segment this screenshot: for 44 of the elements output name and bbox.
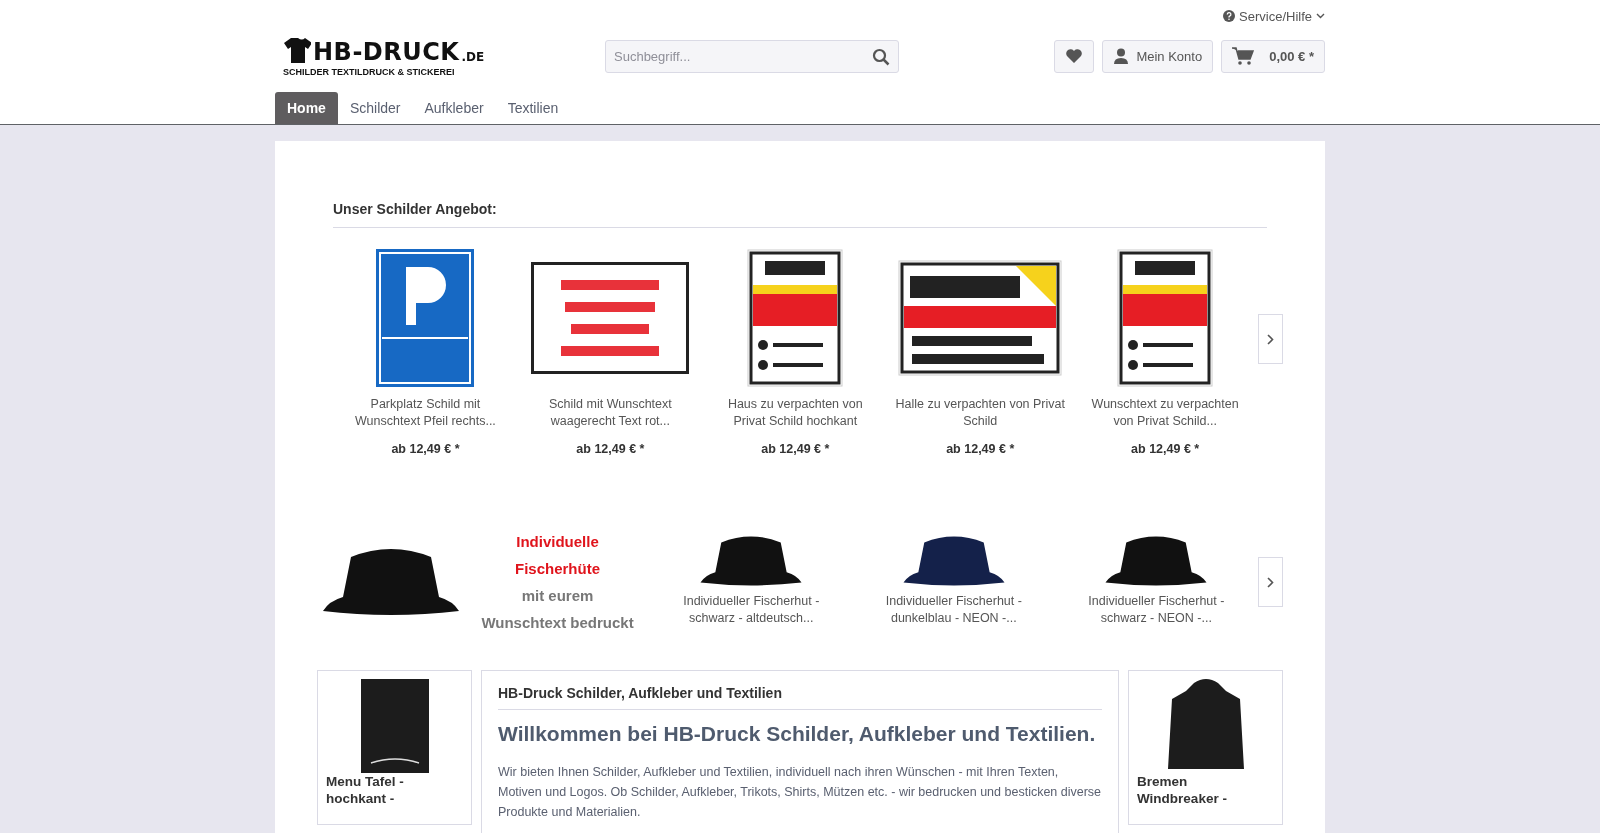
logo-name: HB-DRUCK xyxy=(313,39,460,64)
intro-text: Wir bieten Ihnen Schilder, Aufkleber und Textilien, individuell nach ihren Wünschen - mit Ihren Texten, Motiven und Logos. Ob Schilder, Aufkleber, Trikots, Shirts, Mützen etc. - wir bedrucken und besticken diverse Produkte und Materialien. xyxy=(498,764,1102,821)
nav-tab[interactable]: Home xyxy=(275,92,338,124)
banner-text: Wunschtext bedruckt xyxy=(481,613,634,633)
product-name[interactable]: Individueller Fischerhut - schwarz - altdeutsch... xyxy=(676,593,827,629)
intro-heading: Willkommen bei HB-Druck Schilder, Aufkleber und Textilien. xyxy=(498,722,1097,746)
wishlist-button[interactable] xyxy=(1054,39,1095,73)
product-price: ab 12,49 € * xyxy=(946,442,1015,456)
product-price: ab 12,49 € * xyxy=(761,442,830,456)
nav-tab[interactable]: Textilien xyxy=(495,92,571,124)
product-price: ab 12,49 € * xyxy=(576,442,645,456)
product-name[interactable]: Bremen Windbreaker - xyxy=(1137,773,1274,807)
nav-tab[interactable]: Aufkleber xyxy=(412,92,496,124)
help-icon xyxy=(1223,10,1236,22)
product-name[interactable]: Parkplatz Schild mit Wunschtext Pfeil rechts... xyxy=(340,396,511,432)
cart-icon xyxy=(1232,47,1255,65)
account-button[interactable]: Mein Konto xyxy=(1102,39,1214,73)
logo-domain: .DE xyxy=(461,49,485,64)
search-icon[interactable] xyxy=(872,47,890,66)
product-name[interactable]: Individueller Fischerhut - dunkelblau - NEON -... xyxy=(878,593,1029,629)
logo-tagline: SCHILDER TEXTILDRUCK & STICKEREI xyxy=(283,66,456,77)
product-name[interactable]: Menu Tafel - hochkant - xyxy=(326,773,463,807)
product-name[interactable]: Wunschtext zu verpachten von Privat Schild... xyxy=(1080,396,1251,432)
cart-button[interactable]: 0,00 € * xyxy=(1221,39,1325,73)
nav-tab[interactable]: Schilder xyxy=(337,92,413,124)
banner-text: mit eurem xyxy=(521,586,594,606)
product-name[interactable]: Schild mit Wunschtext waagerecht Text rot... xyxy=(525,396,696,432)
heart-icon xyxy=(1065,48,1084,64)
section-heading: Unser Schilder Angebot: xyxy=(333,201,1267,228)
product-price: ab 12,49 € * xyxy=(391,442,460,456)
chevron-right-icon xyxy=(1266,576,1274,588)
intro-title: HB-Druck Schilder, Aufkleber und Textilien xyxy=(498,685,1102,710)
chevron-right-icon xyxy=(1266,333,1274,345)
product-name[interactable]: Individueller Fischerhut - schwarz - NEON -... xyxy=(1081,593,1232,629)
user-icon xyxy=(1113,48,1130,64)
banner-text: Fischerhüte xyxy=(515,559,601,579)
banner-text: Individuelle xyxy=(516,532,599,552)
product-price: ab 12,49 € * xyxy=(1131,442,1200,456)
product-name[interactable]: Haus zu verpachten von Privat Schild hochkant xyxy=(710,396,881,432)
product-name[interactable]: Halle zu verpachten von Privat Schild xyxy=(895,396,1066,432)
tshirt-logo-icon xyxy=(283,35,311,64)
chevron-down-icon xyxy=(1316,13,1325,19)
service-link[interactable]: Service/Hilfe xyxy=(1223,6,1325,26)
search-field[interactable]: Suchbegriff... xyxy=(605,39,899,73)
